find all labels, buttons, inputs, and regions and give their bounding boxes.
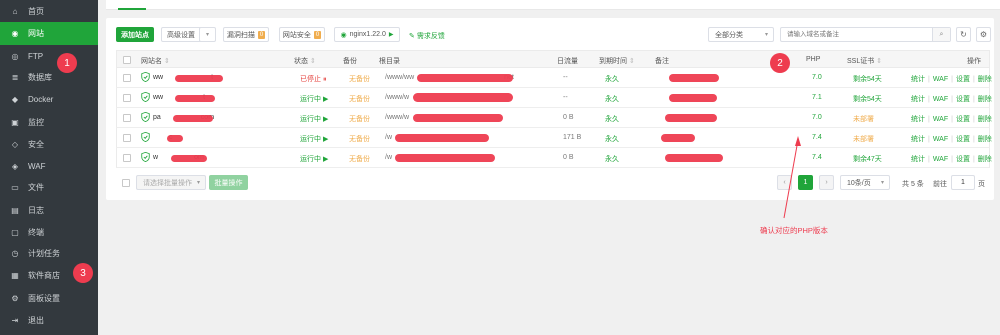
app-root: ⌂ 首页 ◉ 网站 ◎ FTP ≣ 数据库 ◆ Docker ▣ 监控 ◇ 安全 ◈ WAF ▭ 文件 ▤ 日志 ▢ 终端… bbox=[0, 0, 1000, 335]
annotation-note: 确认对应的PHP版本 bbox=[760, 226, 828, 235]
annotation-arrow bbox=[783, 136, 801, 219]
